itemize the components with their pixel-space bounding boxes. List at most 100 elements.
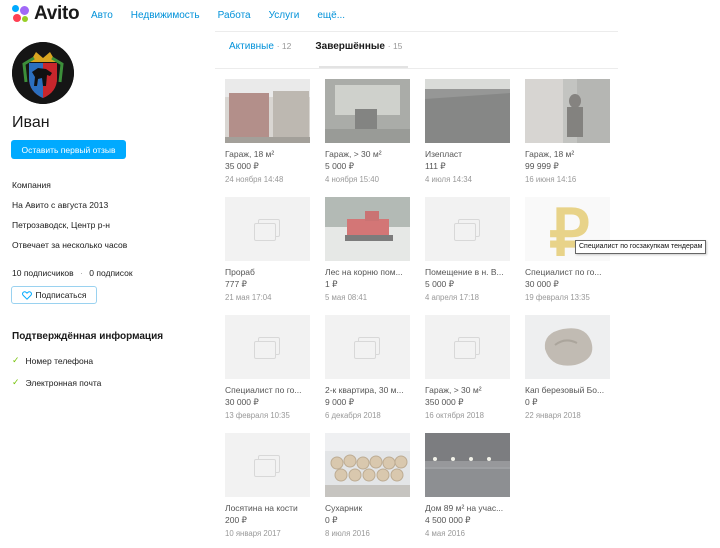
listing-card[interactable]: Гараж, > 30 м² 350 000 ₽ 16 октября 2018: [425, 315, 510, 420]
listing-price: 0 ₽: [325, 515, 338, 525]
listing-title[interactable]: Изепласт: [425, 149, 510, 159]
listing-title[interactable]: Специалист по го...: [525, 267, 610, 277]
listing-photo[interactable]: [325, 433, 410, 497]
subscribe-label: Подписаться: [35, 290, 87, 300]
listing-photo[interactable]: [425, 433, 510, 497]
listing-photo[interactable]: [325, 79, 410, 143]
listing-date: 6 декабря 2018: [325, 411, 381, 420]
listing-price: 5 000 ₽: [325, 161, 355, 171]
listing-tabs: Активные · 12 Завершённые · 15: [229, 41, 402, 52]
listing-card[interactable]: Сухарник 0 ₽ 8 июля 2016: [325, 433, 410, 538]
verified-phone-label: Номер телефона: [25, 355, 94, 366]
listing-price: 777 ₽: [225, 279, 247, 289]
listing-date: 24 ноября 14:48: [225, 175, 284, 184]
listing-title[interactable]: Кап березовый Бо...: [525, 385, 610, 395]
listing-title[interactable]: Гараж, > 30 м²: [325, 149, 410, 159]
nav-link-jobs[interactable]: Работа: [218, 10, 251, 21]
listing-photo[interactable]: [525, 79, 610, 143]
listing-title[interactable]: Сухарник: [325, 503, 410, 513]
top-header: Avito Авто Недвижимость Работа Услуги ещ…: [0, 0, 720, 32]
listing-title[interactable]: Лес на корню пом...: [325, 267, 410, 277]
no-photo-placeholder-icon[interactable]: [425, 315, 510, 379]
listing-price: 5 000 ₽: [425, 279, 455, 289]
listing-date: 16 октября 2018: [425, 411, 484, 420]
avito-logo[interactable]: Avito: [12, 3, 80, 25]
tabs-divider: [215, 68, 618, 69]
no-photo-placeholder-icon[interactable]: [225, 315, 310, 379]
tooltip: Специалист по госзакупкам тендерам: [575, 240, 707, 254]
listing-card[interactable]: Гараж, 18 м² 35 000 ₽ 24 ноября 14:48: [225, 79, 310, 184]
listing-title[interactable]: Специалист по го...: [225, 385, 310, 395]
listing-title[interactable]: Дом 89 м² на учас...: [425, 503, 510, 513]
check-icon: ✓: [12, 377, 20, 387]
listing-price: 9 000 ₽: [325, 397, 355, 407]
profile-location: Петрозаводск, Центр р-н: [12, 220, 110, 230]
heart-icon: [21, 290, 32, 300]
listing-card[interactable]: Прораб 777 ₽ 21 мая 17:04: [225, 197, 310, 302]
listing-card[interactable]: Гараж, 18 м² 99 999 ₽ 16 июня 14:16: [525, 79, 610, 184]
listing-card[interactable]: 2-к квартира, 30 м... 9 000 ₽ 6 декабря 20…: [325, 315, 410, 420]
listing-price: 200 ₽: [225, 515, 247, 525]
tab-active-label: Активные: [229, 41, 274, 52]
tab-completed[interactable]: Завершённые · 15: [315, 41, 402, 52]
no-photo-placeholder-icon[interactable]: [225, 433, 310, 497]
tab-completed-label: Завершённые: [315, 41, 385, 52]
listing-title[interactable]: Гараж, > 30 м²: [425, 385, 510, 395]
listing-title[interactable]: Помещение в н. В...: [425, 267, 510, 277]
avatar: [12, 42, 74, 104]
tab-active[interactable]: Активные · 12: [229, 41, 291, 52]
listing-price: 35 000 ₽: [225, 161, 259, 171]
listing-title[interactable]: 2-к квартира, 30 м...: [325, 385, 410, 395]
listing-price: 4 500 000 ₽: [425, 515, 471, 525]
listing-price: 30 000 ₽: [225, 397, 259, 407]
nav-link-more[interactable]: ещё...: [317, 10, 345, 21]
verified-info-title: Подтверждённая информация: [12, 331, 164, 342]
listing-date: 4 ноября 15:40: [325, 175, 379, 184]
listing-card[interactable]: Изепласт 111 ₽ 4 июля 14:34: [425, 79, 510, 184]
subscribers-link[interactable]: 10 подписчиков: [12, 268, 74, 278]
listing-price: 30 000 ₽: [525, 279, 559, 289]
check-icon: ✓: [12, 355, 20, 365]
listing-date: 4 мая 2016: [425, 529, 465, 538]
listing-title[interactable]: Гараж, 18 м²: [225, 149, 310, 159]
listing-card[interactable]: Помещение в н. В... 5 000 ₽ 4 апреля 17:18: [425, 197, 510, 302]
listing-photo[interactable]: [425, 79, 510, 143]
subscriptions-link[interactable]: 0 подписок: [89, 268, 132, 278]
listing-title[interactable]: Гараж, 18 м²: [525, 149, 610, 159]
no-photo-placeholder-icon[interactable]: [225, 197, 310, 261]
verified-email: ✓ Электронная почта: [12, 377, 101, 388]
no-photo-placeholder-icon[interactable]: [425, 197, 510, 261]
listing-date: 16 июня 14:16: [525, 175, 577, 184]
listing-date: 8 июля 2016: [325, 529, 370, 538]
logo-text: Avito: [34, 3, 80, 24]
no-photo-placeholder-icon[interactable]: [325, 315, 410, 379]
listing-date: 22 января 2018: [525, 411, 581, 420]
profile-since: На Авито с августа 2013: [12, 200, 109, 210]
listing-title[interactable]: Прораб: [225, 267, 310, 277]
nav-link-realty[interactable]: Недвижимость: [131, 10, 200, 21]
nav-link-services[interactable]: Услуги: [269, 10, 300, 21]
listing-price: 1 ₽: [325, 279, 338, 289]
listing-card[interactable]: Специалист по го... 30 000 ₽ 13 февраля 10…: [225, 315, 310, 420]
leave-review-button[interactable]: Оставить первый отзыв: [11, 140, 126, 159]
listing-photo[interactable]: [325, 197, 410, 261]
subscribe-button[interactable]: Подписаться: [11, 286, 97, 304]
listing-card[interactable]: Лосятина на кости 200 ₽ 10 января 2017: [225, 433, 310, 538]
coat-of-arms-icon: [12, 42, 74, 104]
listing-photo[interactable]: [525, 315, 610, 379]
listing-date: 4 апреля 17:18: [425, 293, 479, 302]
listing-card[interactable]: Гараж, > 30 м² 5 000 ₽ 4 ноября 15:40: [325, 79, 410, 184]
nav-link-auto[interactable]: Авто: [91, 10, 113, 21]
profile-type: Компания: [12, 180, 51, 190]
profile-response-time: Отвечает за несколько часов: [12, 240, 128, 250]
listing-date: 19 февраля 13:35: [525, 293, 590, 302]
listing-date: 4 июля 14:34: [425, 175, 472, 184]
listing-card[interactable]: Дом 89 м² на учас... 4 500 000 ₽ 4 мая 201…: [425, 433, 510, 538]
user-name: Иван: [12, 114, 50, 131]
listing-price: 0 ₽: [525, 397, 538, 407]
listing-title[interactable]: Лосятина на кости: [225, 503, 310, 513]
listing-card[interactable]: Лес на корню пом... 1 ₽ 5 мая 08:41: [325, 197, 410, 302]
listing-date: 5 мая 08:41: [325, 293, 368, 302]
listing-card[interactable]: Кап березовый Бо... 0 ₽ 22 января 2018: [525, 315, 610, 420]
listing-photo[interactable]: [225, 79, 310, 143]
